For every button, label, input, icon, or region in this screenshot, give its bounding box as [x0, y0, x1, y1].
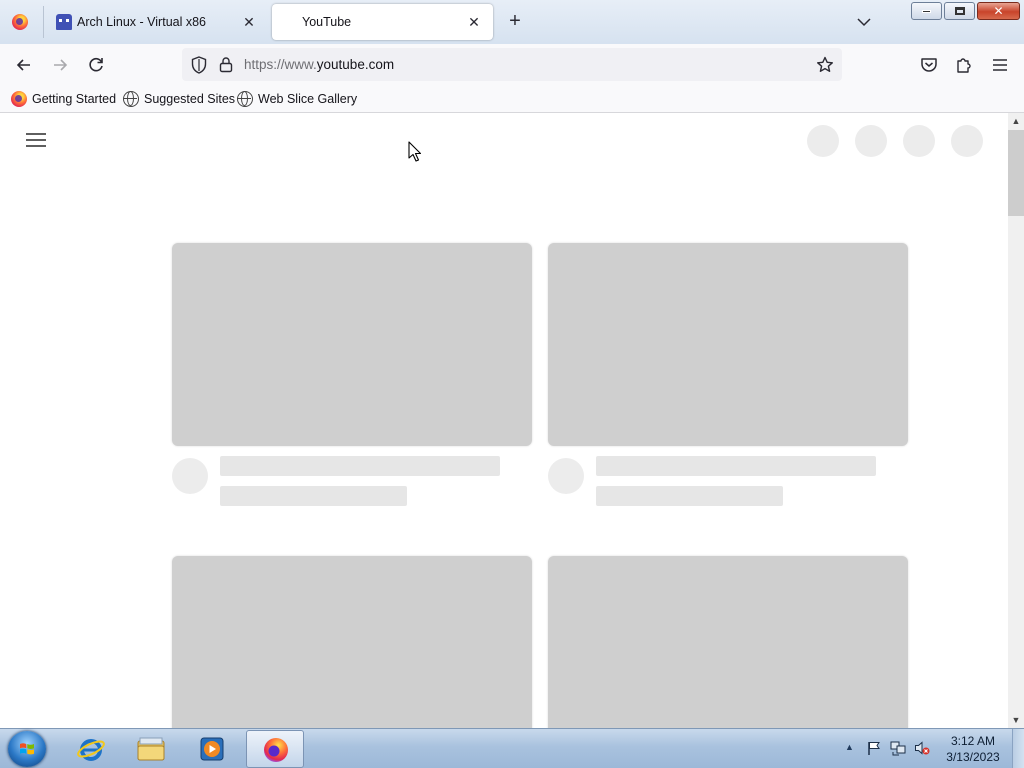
mouse-cursor-icon	[408, 141, 422, 162]
close-tab-icon[interactable]: ✕	[240, 13, 258, 31]
title-line-placeholder	[596, 456, 876, 476]
url-prefix: https://www.	[244, 57, 317, 72]
taskbar-media-player[interactable]	[183, 730, 241, 768]
bookmark-suggested-sites[interactable]: Suggested Sites	[123, 90, 235, 108]
tab-strip: Arch Linux - Virtual x86 ✕ YouTube ✕ + ✕	[0, 0, 1024, 44]
volume-muted-icon[interactable]	[914, 740, 930, 756]
close-tab-icon[interactable]: ✕	[465, 13, 483, 31]
url-domain: youtube.com	[316, 57, 395, 72]
tracking-protection-shield-icon[interactable]	[190, 55, 208, 75]
address-bar[interactable]: https://www.youtube.com	[182, 48, 842, 81]
windows-explorer-icon	[137, 737, 165, 761]
close-window-button[interactable]: ✕	[977, 2, 1020, 20]
new-tab-button[interactable]: +	[504, 11, 526, 33]
meta-line-placeholder	[220, 486, 407, 506]
meta-line-placeholder	[596, 486, 783, 506]
pocket-icon[interactable]	[918, 54, 940, 76]
bookmark-label: Suggested Sites	[144, 92, 236, 106]
chevron-down-icon[interactable]	[854, 12, 874, 32]
navigation-toolbar: https://www.youtube.com	[0, 44, 1024, 85]
bookmarks-toolbar: Getting Started Suggested Sites Web Slic…	[0, 85, 1024, 113]
minimize-icon	[922, 9, 931, 13]
header-placeholder-circle	[903, 125, 935, 157]
tab-arch-linux[interactable]: Arch Linux - Virtual x86 ✕	[44, 4, 268, 40]
url-text[interactable]: https://www.youtube.com	[244, 57, 394, 72]
minimize-button[interactable]	[911, 2, 942, 20]
video-thumbnail-placeholder[interactable]	[548, 243, 908, 446]
globe-icon	[123, 91, 139, 107]
tab-title: Arch Linux - Virtual x86	[77, 15, 206, 29]
network-icon[interactable]	[890, 740, 906, 756]
clock-date: 3/13/2023	[946, 750, 1000, 764]
bookmark-star-icon[interactable]	[815, 55, 835, 75]
bookmark-web-slice-gallery[interactable]: Web Slice Gallery	[237, 90, 357, 108]
taskbar-internet-explorer[interactable]	[62, 730, 120, 768]
youtube-page	[0, 113, 1008, 728]
space-invader-icon	[56, 14, 72, 30]
channel-avatar-placeholder	[172, 458, 208, 494]
video-thumbnail-placeholder[interactable]	[172, 243, 532, 446]
restore-icon	[954, 7, 965, 15]
forward-arrow-icon[interactable]	[49, 54, 71, 76]
back-arrow-icon[interactable]	[13, 54, 35, 76]
close-icon: ✕	[993, 4, 1004, 18]
restore-button[interactable]	[944, 2, 975, 20]
windows-taskbar: ▲ 3:12 AM 3/13/2023	[0, 728, 1024, 768]
firefox-icon	[11, 91, 27, 107]
action-center-flag-icon[interactable]	[866, 740, 882, 756]
header-placeholder-circle	[807, 125, 839, 157]
header-placeholder-circle	[951, 125, 983, 157]
taskbar-windows-explorer[interactable]	[122, 730, 180, 768]
internet-explorer-icon	[77, 739, 105, 761]
show-desktop-button[interactable]	[1012, 729, 1024, 768]
video-thumbnail-placeholder[interactable]	[172, 556, 532, 728]
bookmark-label: Getting Started	[32, 92, 117, 106]
clock-time: 3:12 AM	[950, 734, 996, 748]
title-line-placeholder	[220, 456, 500, 476]
scroll-down-arrow-icon[interactable]: ▼	[1008, 712, 1024, 728]
hamburger-menu-icon[interactable]	[989, 54, 1011, 76]
window-controls: ✕	[911, 2, 1020, 20]
page-scrollbar[interactable]: ▲ ▼	[1008, 113, 1024, 728]
taskbar-firefox[interactable]	[246, 730, 304, 768]
extensions-puzzle-icon[interactable]	[953, 54, 975, 76]
firefox-icon[interactable]	[12, 14, 28, 30]
hamburger-menu-icon[interactable]	[26, 132, 46, 148]
tab-youtube[interactable]: YouTube ✕	[272, 4, 493, 40]
firefox-icon	[264, 738, 288, 762]
bookmark-getting-started[interactable]: Getting Started	[11, 90, 116, 108]
globe-icon	[237, 91, 253, 107]
lock-icon[interactable]	[218, 56, 234, 73]
bookmark-label: Web Slice Gallery	[258, 92, 358, 106]
tab-title: YouTube	[302, 15, 352, 29]
channel-avatar-placeholder	[548, 458, 584, 494]
show-hidden-icons-arrow[interactable]: ▲	[845, 742, 854, 752]
windows-logo-icon	[20, 743, 34, 755]
system-clock[interactable]: 3:12 AM 3/13/2023	[938, 733, 1008, 765]
media-player-icon	[200, 737, 224, 761]
scrollbar-thumb[interactable]	[1008, 130, 1024, 216]
header-placeholder-circle	[855, 125, 887, 157]
video-thumbnail-placeholder[interactable]	[548, 556, 908, 728]
start-button[interactable]	[8, 731, 46, 767]
reload-icon[interactable]	[85, 54, 107, 76]
scroll-up-arrow-icon[interactable]: ▲	[1008, 113, 1024, 129]
